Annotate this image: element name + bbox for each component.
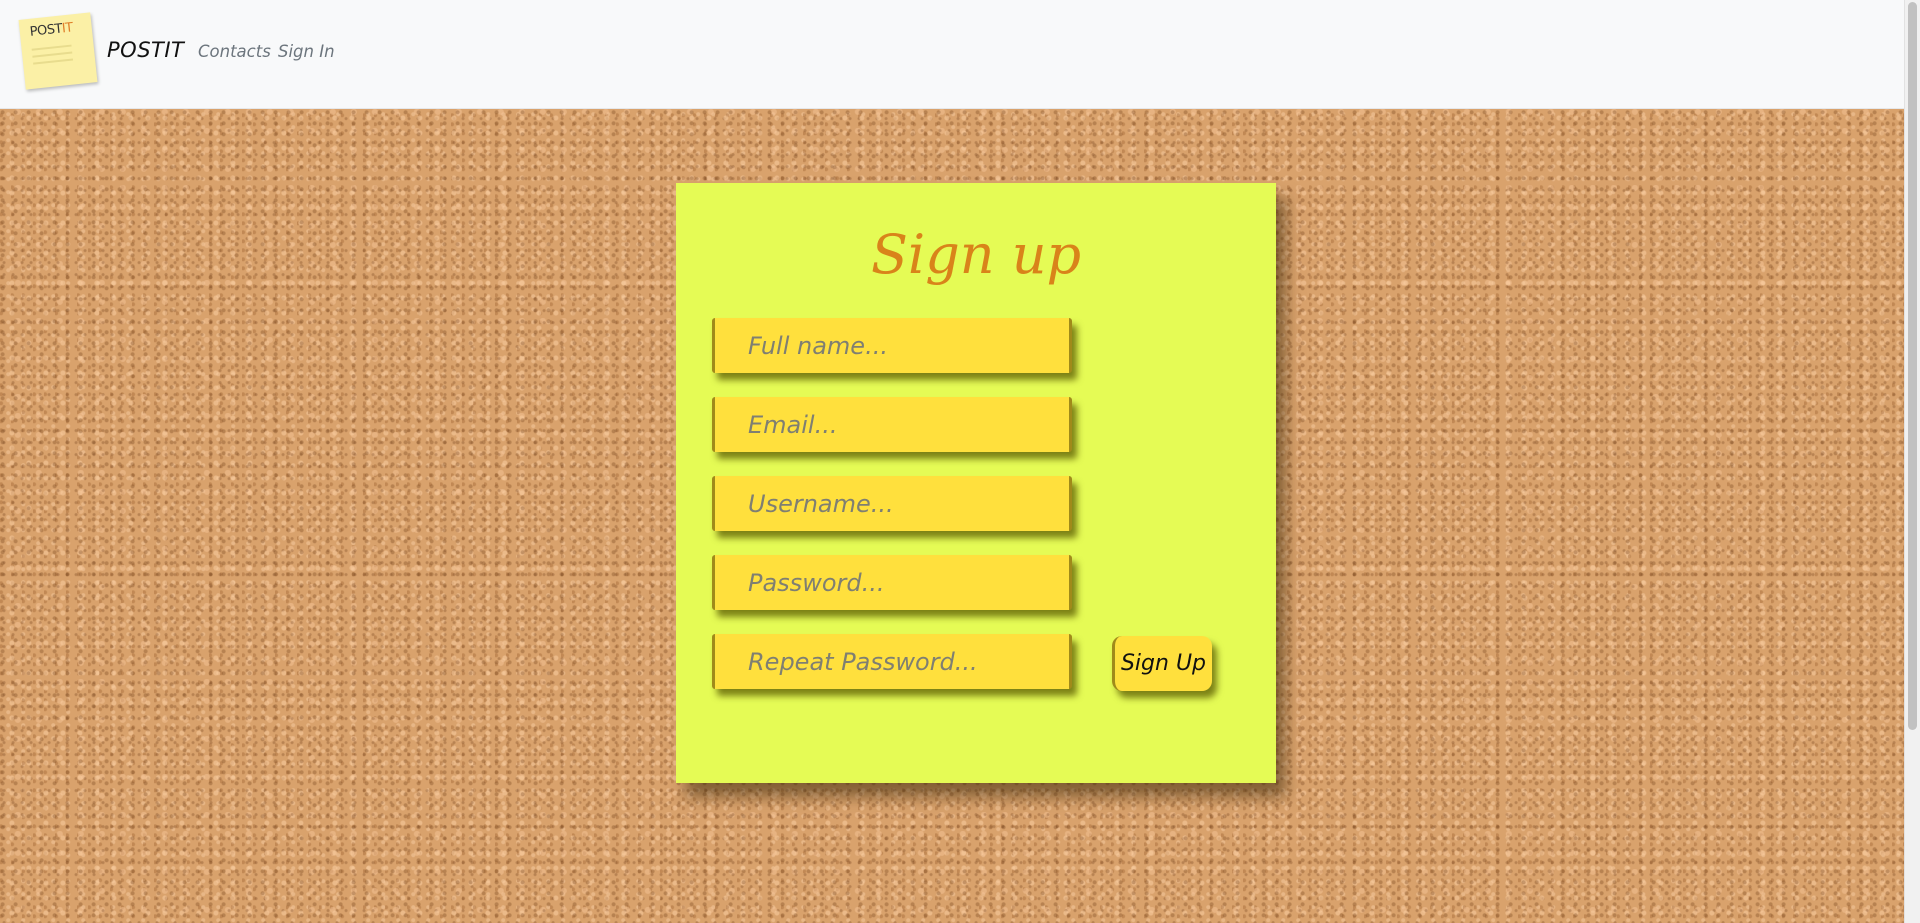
nav-link-contacts[interactable]: Contacts [198,42,271,61]
full-name-input[interactable] [712,318,1072,373]
logo-lines [31,44,74,70]
logo-word-accent: IT [61,20,74,37]
scrollbar-thumb[interactable] [1908,2,1917,730]
page-scrollbar[interactable] [1904,0,1920,923]
logo-word-main: POST [29,21,63,40]
navbar: POSTIT POSTIT Contacts Sign In [0,0,1904,109]
signup-title: Sign up [870,223,1082,286]
email-input[interactable] [712,397,1072,452]
logo-icon[interactable]: POSTIT [18,12,98,90]
brand-link[interactable]: POSTIT [107,38,184,62]
logo-text: POSTIT [29,20,73,39]
nav-link-sign-in[interactable]: Sign In [278,42,335,61]
username-input[interactable] [712,476,1072,531]
sign-up-button[interactable]: Sign Up [1112,636,1212,691]
signup-card: Sign up Sign Up [676,183,1276,783]
repeat-password-input[interactable] [712,634,1072,689]
password-input[interactable] [712,555,1072,610]
